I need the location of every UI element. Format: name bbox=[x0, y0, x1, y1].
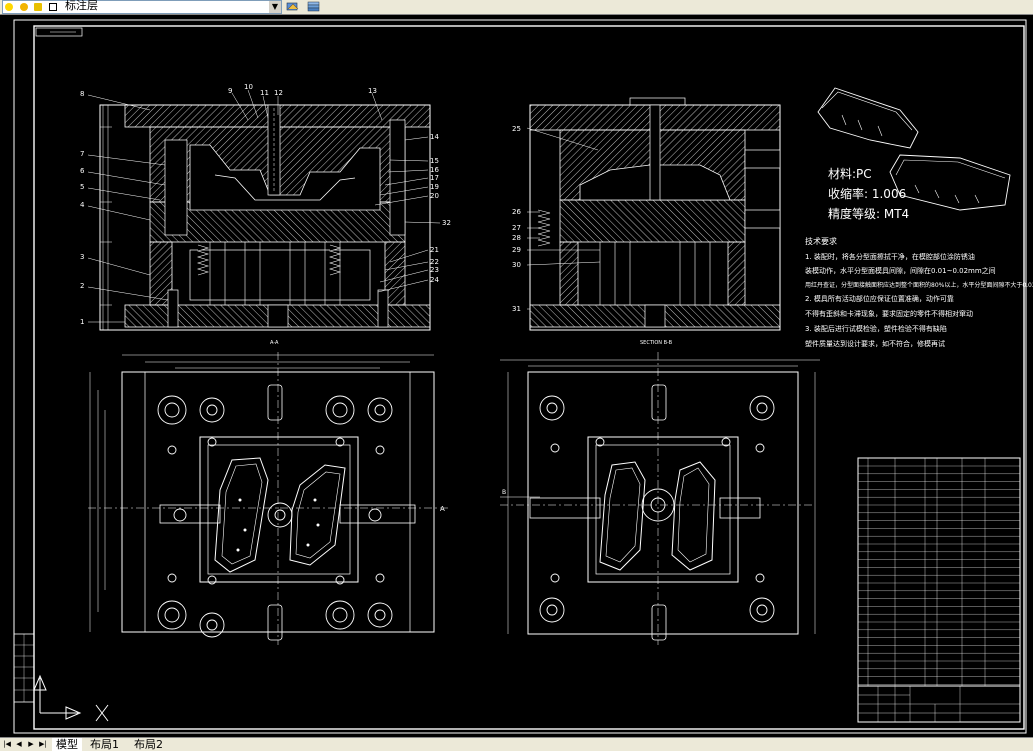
svg-text:12: 12 bbox=[274, 89, 283, 97]
next-tab-icon[interactable]: ▶ bbox=[26, 739, 36, 749]
layer-states-icon[interactable] bbox=[306, 0, 322, 13]
svg-text:15: 15 bbox=[430, 157, 439, 165]
plan-view-left[interactable]: A bbox=[88, 352, 450, 645]
tech-line: 2. 模具所有活动部位应保证位置准确，动作可靠 bbox=[805, 294, 954, 303]
svg-text:1: 1 bbox=[80, 318, 84, 326]
svg-text:27: 27 bbox=[512, 224, 521, 232]
svg-text:13: 13 bbox=[368, 87, 377, 95]
material-label: 材料:PC bbox=[828, 167, 872, 181]
shrinkage-label: 收缩率: 1.006 bbox=[828, 186, 906, 201]
tab-layout1[interactable]: 布局1 bbox=[86, 738, 123, 751]
svg-text:6: 6 bbox=[80, 167, 85, 175]
ucs-icon bbox=[33, 674, 109, 722]
layer-properties-icon[interactable] bbox=[285, 0, 301, 13]
lightbulb-icon[interactable] bbox=[5, 3, 13, 11]
svg-text:25: 25 bbox=[512, 125, 521, 133]
section-view-b[interactable]: 25 26 27 28 29 30 31 SECTION B-B bbox=[512, 97, 781, 346]
tech-line: 用红丹查证，分型面接触面积应达到整个面积的80%以上，水平分型面间隙不大于0.0… bbox=[805, 281, 1033, 289]
tab-layout2[interactable]: 布局2 bbox=[130, 738, 167, 751]
svg-text:14: 14 bbox=[430, 133, 439, 141]
tech-line: 塑件质量达到设计要求，如不符合，修模再试 bbox=[805, 339, 945, 348]
svg-text:10: 10 bbox=[244, 83, 253, 91]
svg-text:28: 28 bbox=[512, 234, 521, 242]
svg-text:26: 26 bbox=[512, 208, 521, 216]
svg-text:2: 2 bbox=[80, 282, 84, 290]
svg-text:3: 3 bbox=[80, 253, 84, 261]
svg-text:8: 8 bbox=[80, 90, 84, 98]
layer-toolbar: 标注层 ▼ bbox=[0, 0, 1033, 15]
chevron-down-icon[interactable]: ▼ bbox=[269, 1, 281, 13]
drawing-canvas[interactable]: 876 543 21 9 1011 12 13 141516 171920 3221… bbox=[0, 15, 1033, 737]
tech-line: 3. 装配后进行试模检验，塑件检验不得有缺陷 bbox=[805, 324, 947, 333]
section-view-a[interactable]: 876 543 21 9 1011 12 13 141516 171920 3221… bbox=[80, 83, 451, 346]
lock-icon[interactable] bbox=[34, 3, 42, 11]
view-label-a: A bbox=[440, 505, 445, 513]
last-tab-icon[interactable]: ▶| bbox=[38, 739, 48, 749]
layout-tabbar: |◀ ◀ ▶ ▶| 模型 布局1 布局2 bbox=[0, 737, 1033, 751]
tech-title: 技术要求 bbox=[805, 236, 837, 246]
svg-text:11: 11 bbox=[260, 89, 269, 97]
svg-text:9: 9 bbox=[228, 87, 232, 95]
prev-tab-icon[interactable]: ◀ bbox=[14, 739, 24, 749]
title-block bbox=[857, 685, 1021, 723]
svg-text:4: 4 bbox=[80, 201, 85, 209]
revision-stamp bbox=[13, 633, 35, 703]
tab-model[interactable]: 模型 bbox=[52, 738, 82, 751]
svg-text:20: 20 bbox=[430, 192, 439, 200]
svg-text:23: 23 bbox=[430, 266, 439, 274]
layer-combo-box[interactable]: 标注层 ▼ bbox=[2, 0, 282, 14]
precision-label: 精度等级: MT4 bbox=[828, 206, 909, 221]
bill-of-materials[interactable] bbox=[857, 457, 1021, 687]
view-label-b: B bbox=[502, 489, 506, 496]
svg-text:19: 19 bbox=[430, 183, 439, 191]
tech-line: 1. 装配时，将各分型面擦拭干净，在模腔部位涂防锈油 bbox=[805, 252, 975, 261]
svg-text:29: 29 bbox=[512, 246, 521, 254]
technical-requirements: 技术要求 1. 装配时，将各分型面擦拭干净，在模腔部位涂防锈油 装模动作，水平分… bbox=[805, 236, 1033, 348]
sun-icon[interactable] bbox=[19, 3, 28, 11]
svg-text:22: 22 bbox=[430, 258, 439, 266]
layer-name: 标注层 bbox=[65, 0, 98, 12]
svg-text:30: 30 bbox=[512, 261, 521, 269]
svg-text:5: 5 bbox=[80, 183, 84, 191]
svg-text:17: 17 bbox=[430, 174, 439, 182]
color-swatch-icon bbox=[48, 3, 57, 11]
tech-line: 装模动作，水平分型面模具间隙，间隙在0.01~0.02mm之间 bbox=[805, 266, 996, 275]
svg-text:16: 16 bbox=[430, 166, 439, 174]
section-a-caption: A-A bbox=[270, 340, 279, 346]
section-b-caption: SECTION B-B bbox=[640, 340, 673, 346]
svg-text:24: 24 bbox=[430, 276, 439, 284]
tech-line: 不得有歪斜和卡滞现象，要求固定的零件不得相对窜动 bbox=[805, 309, 973, 318]
plan-view-right[interactable]: B bbox=[500, 352, 820, 645]
svg-text:21: 21 bbox=[430, 246, 439, 254]
svg-text:32: 32 bbox=[442, 219, 451, 227]
first-tab-icon[interactable]: |◀ bbox=[2, 739, 12, 749]
svg-text:7: 7 bbox=[80, 150, 84, 158]
svg-text:31: 31 bbox=[512, 305, 521, 313]
